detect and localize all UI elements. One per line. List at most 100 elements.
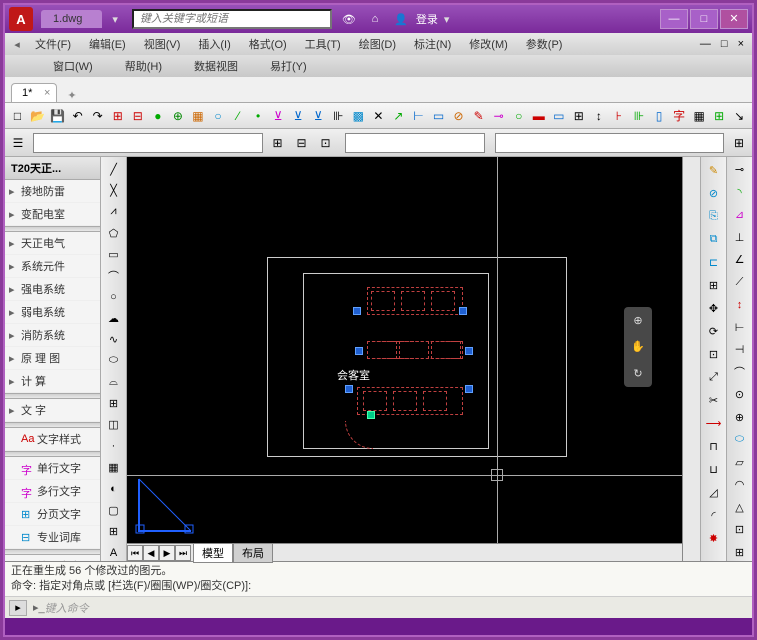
- polyline-icon[interactable]: ⩘: [105, 204, 123, 220]
- break-icon[interactable]: ⊓: [705, 437, 723, 455]
- menu-param[interactable]: 参数(P): [518, 34, 571, 54]
- tool-icon[interactable]: ⊘: [450, 107, 467, 125]
- sidebar-item[interactable]: 弱电系统: [5, 301, 100, 324]
- maximize-button[interactable]: □: [690, 9, 718, 29]
- table-icon[interactable]: ⊞: [105, 523, 123, 539]
- extend-icon[interactable]: ⟶: [705, 414, 723, 432]
- sidebar-item[interactable]: 天正电气: [5, 232, 100, 255]
- menu-insert[interactable]: 插入(I): [190, 34, 238, 54]
- search-input[interactable]: [132, 9, 332, 29]
- sidebar-item[interactable]: 消防系统: [5, 324, 100, 347]
- document-tab-close-icon[interactable]: ×: [44, 87, 50, 99]
- doc-restore-icon[interactable]: □: [717, 38, 732, 50]
- tool-icon[interactable]: ⊸: [490, 107, 507, 125]
- fillet-icon[interactable]: ◜: [705, 506, 723, 524]
- tool-icon[interactable]: ↕: [731, 296, 749, 314]
- tool-icon[interactable]: ∠: [731, 251, 749, 269]
- binoculars-icon[interactable]: 👁: [340, 13, 358, 26]
- menu-window[interactable]: 窗口(W): [45, 56, 101, 76]
- tool-icon[interactable]: ◠: [731, 476, 749, 494]
- brush-icon[interactable]: ✎: [470, 107, 487, 125]
- tab-dropdown-icon[interactable]: ▾: [106, 13, 124, 26]
- insert-icon[interactable]: ⊞: [105, 395, 123, 411]
- tool-icon[interactable]: ⊞: [109, 107, 126, 125]
- grip-handle[interactable]: [367, 411, 375, 419]
- circle-green-icon[interactable]: ●: [149, 107, 166, 125]
- nav-widget[interactable]: ⊕ ✋ ↻: [624, 307, 652, 387]
- grip-handle[interactable]: [465, 347, 473, 355]
- sidebar-item[interactable]: Aa文字样式: [5, 428, 100, 451]
- menu-help[interactable]: 帮助(H): [117, 56, 170, 76]
- sidebar-item[interactable]: 字单行文字: [5, 457, 100, 480]
- tool-icon[interactable]: ↗: [390, 107, 407, 125]
- move-icon[interactable]: ✥: [705, 299, 723, 317]
- redo-icon[interactable]: ↷: [89, 107, 106, 125]
- tool-icon[interactable]: ⊞: [711, 107, 728, 125]
- layer-tool-icon[interactable]: ⊞: [269, 134, 287, 152]
- tab-first-icon[interactable]: ⏮: [127, 545, 143, 561]
- tab-prev-icon[interactable]: ◀: [143, 545, 159, 561]
- gradient-icon[interactable]: ◐: [105, 481, 123, 497]
- tool-icon[interactable]: ⟋: [731, 274, 749, 292]
- layer-tool-icon[interactable]: ⊟: [293, 134, 311, 152]
- grip-handle[interactable]: [459, 307, 467, 315]
- tool-icon[interactable]: ⊢: [731, 319, 749, 337]
- new-icon[interactable]: □: [9, 107, 26, 125]
- app-icon[interactable]: A: [9, 7, 33, 31]
- grip-handle[interactable]: [465, 385, 473, 393]
- rectangle-icon[interactable]: ▭: [105, 246, 123, 262]
- scale-icon[interactable]: ⊡: [705, 345, 723, 363]
- block-icon[interactable]: ◫: [105, 417, 123, 433]
- menu-tools[interactable]: 工具(T): [297, 34, 349, 54]
- sidebar-item[interactable]: 变配电室: [5, 203, 100, 226]
- tool-icon[interactable]: ⊕: [731, 409, 749, 427]
- menu-modify[interactable]: 修改(M): [461, 34, 516, 54]
- menu-yida[interactable]: 易打(Y): [262, 56, 315, 76]
- tool-icon[interactable]: ◝: [731, 184, 749, 202]
- menu-view[interactable]: 视图(V): [136, 34, 189, 54]
- tool-icon[interactable]: ▱: [731, 454, 749, 472]
- dot-icon[interactable]: •: [250, 107, 267, 125]
- sidebar-item[interactable]: 强电系统: [5, 278, 100, 301]
- spline-icon[interactable]: ∿: [105, 332, 123, 348]
- erase-icon[interactable]: ⊘: [705, 184, 723, 202]
- xline-icon[interactable]: ╳: [105, 182, 123, 198]
- document-tab[interactable]: 1* ×: [11, 83, 57, 102]
- props-icon[interactable]: ⊞: [730, 134, 748, 152]
- sidebar-item[interactable]: 计 算: [5, 370, 100, 393]
- tool-icon[interactable]: ▩: [350, 107, 367, 125]
- hatch-icon[interactable]: ▦: [105, 459, 123, 475]
- text-icon[interactable]: 字: [671, 107, 688, 125]
- slash-icon[interactable]: ⁄: [230, 107, 247, 125]
- polygon-icon[interactable]: ⬠: [105, 225, 123, 241]
- pencil-icon[interactable]: ✎: [705, 161, 723, 179]
- key-icon[interactable]: ⌂: [366, 13, 384, 26]
- tool-icon[interactable]: ⊪: [330, 107, 347, 125]
- layer-tool-icon[interactable]: ⊡: [317, 134, 335, 152]
- open-icon[interactable]: 📂: [29, 107, 46, 125]
- person-icon[interactable]: 👤: [392, 13, 410, 26]
- arc-icon[interactable]: ⌒: [105, 268, 123, 284]
- point-icon[interactable]: ·: [105, 438, 123, 454]
- doc-close-icon[interactable]: ×: [734, 38, 748, 50]
- tool-icon[interactable]: ⊻: [310, 107, 327, 125]
- grip-handle[interactable]: [345, 385, 353, 393]
- login-dropdown-icon[interactable]: ▾: [438, 13, 456, 26]
- tool-icon[interactable]: ↘: [731, 107, 748, 125]
- circle-icon[interactable]: ○: [510, 107, 527, 125]
- menu-edit[interactable]: 编辑(E): [81, 34, 134, 54]
- command-prompt-icon[interactable]: ▸: [9, 600, 27, 616]
- tool-icon[interactable]: ⊞: [731, 544, 749, 562]
- drawing-canvas[interactable]: 会客室 ⊕ ✋ ↻: [127, 157, 682, 543]
- tool-icon[interactable]: ▬: [530, 107, 547, 125]
- menu-dimension[interactable]: 标注(N): [406, 34, 459, 54]
- lineweight-combo[interactable]: [495, 133, 725, 153]
- menu-dataview[interactable]: 数据视图: [186, 56, 246, 76]
- tab-last-icon[interactable]: ⏭: [175, 545, 191, 561]
- command-line[interactable]: ▸ ▸_ 键入命令: [5, 596, 752, 618]
- tool-icon[interactable]: ⊦: [610, 107, 627, 125]
- vertical-scrollbar[interactable]: [682, 157, 700, 561]
- menu-format[interactable]: 格式(O): [241, 34, 295, 54]
- close-button[interactable]: ✕: [720, 9, 748, 29]
- login-link[interactable]: 登录: [416, 11, 438, 27]
